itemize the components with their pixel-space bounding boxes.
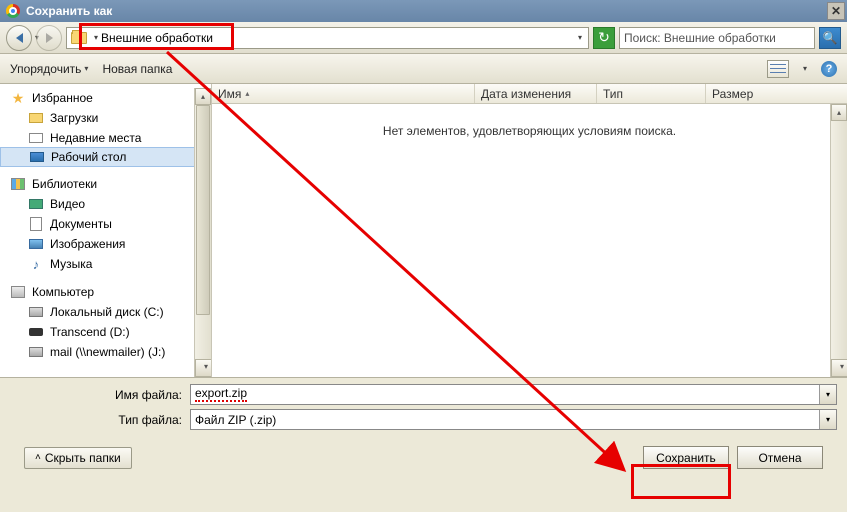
navigation-bar: ▾ ▾ Внешние обработки ▾ ↻ Поиск: Внешние… (0, 22, 847, 54)
cancel-button[interactable]: Отмена (737, 446, 823, 469)
search-placeholder: Поиск: Внешние обработки (624, 31, 776, 45)
forward-button[interactable] (36, 25, 62, 51)
column-modified[interactable]: Дата изменения (475, 84, 597, 103)
hide-folders-button[interactable]: ˄ Скрыть папки (24, 447, 132, 469)
libraries-icon (11, 178, 25, 190)
filetype-select[interactable]: Файл ZIP (.zip) ▾ (190, 409, 837, 430)
sidebar-item-recent[interactable]: Недавние места (0, 128, 211, 148)
filename-value: export.zip (195, 387, 247, 402)
sidebar-item-label: Компьютер (32, 285, 94, 299)
column-name[interactable]: Имя ▴ (212, 84, 475, 103)
empty-message: Нет элементов, удовлетворяющих условиям … (212, 124, 847, 138)
new-folder-label: Новая папка (102, 62, 172, 76)
breadcrumb-path: Внешние обработки (101, 31, 213, 45)
sidebar-item-label: Документы (50, 217, 112, 231)
sidebar-scrollbar[interactable]: ▴ ▾ (194, 88, 211, 377)
sort-indicator-icon: ▴ (245, 89, 249, 98)
desktop-icon (30, 152, 44, 162)
back-button[interactable]: ▾ (6, 25, 32, 51)
sidebar-computer[interactable]: Компьютер (0, 282, 211, 302)
sidebar-item-label: Изображения (50, 237, 125, 251)
scroll-up-button[interactable]: ▴ (195, 88, 211, 105)
column-size[interactable]: Размер (706, 84, 847, 103)
disk-icon (29, 307, 43, 317)
usb-icon (29, 328, 43, 336)
sidebar-item-transcend[interactable]: Transcend (D:) (0, 322, 211, 342)
address-bar[interactable]: ▾ Внешние обработки ▾ (66, 27, 589, 49)
recent-icon (29, 133, 43, 143)
sidebar-item-pictures[interactable]: Изображения (0, 234, 211, 254)
computer-icon (11, 286, 25, 298)
title-bar: Сохранить как ✕ (0, 0, 847, 22)
sidebar-item-documents[interactable]: Документы (0, 214, 211, 234)
scroll-down-button[interactable]: ▾ (195, 359, 212, 377)
column-label: Размер (712, 87, 753, 101)
column-type[interactable]: Тип (597, 84, 706, 103)
window-title: Сохранить как (26, 4, 827, 18)
sidebar-item-music[interactable]: ♪ Музыка (0, 254, 211, 274)
chevron-down-icon[interactable]: ▾ (803, 64, 807, 73)
sidebar-item-label: mail (\\newmailer) (J:) (50, 345, 165, 359)
sidebar-item-local-disk[interactable]: Локальный диск (C:) (0, 302, 211, 322)
image-icon (29, 239, 43, 249)
sidebar-item-mail[interactable]: mail (\\newmailer) (J:) (0, 342, 211, 362)
sidebar-item-label: Локальный диск (C:) (50, 305, 164, 319)
column-headers: Имя ▴ Дата изменения Тип Размер (212, 84, 847, 104)
new-folder-button[interactable]: Новая папка (102, 62, 172, 76)
organize-label: Упорядочить (10, 62, 81, 76)
sidebar-item-label: Музыка (50, 257, 92, 271)
toolbar: Упорядочить▾ Новая папка ▾ ? (0, 54, 847, 84)
sidebar-item-desktop[interactable]: Рабочий стол (0, 147, 211, 167)
document-icon (30, 217, 42, 231)
sidebar-item-label: Загрузки (50, 111, 98, 125)
folder-icon (29, 113, 43, 123)
save-button[interactable]: Сохранить (643, 446, 729, 469)
filetype-value: Файл ZIP (.zip) (195, 413, 276, 427)
column-label: Имя (218, 87, 241, 101)
network-drive-icon (29, 347, 43, 357)
sidebar-favorites[interactable]: ★ Избранное (0, 88, 211, 108)
folder-icon (71, 32, 87, 44)
content-scrollbar[interactable]: ▴ ▾ (830, 104, 847, 377)
help-button[interactable]: ? (821, 61, 837, 77)
app-icon (6, 4, 20, 18)
sidebar-item-label: Transcend (D:) (50, 325, 130, 339)
sidebar-item-label: Рабочий стол (51, 150, 126, 164)
navigation-pane: ★ Избранное Загрузки Недавние места Рабоч… (0, 84, 212, 377)
star-icon: ★ (10, 91, 26, 105)
close-button[interactable]: ✕ (827, 2, 845, 20)
search-input[interactable]: Поиск: Внешние обработки (619, 27, 815, 49)
scroll-up-button[interactable]: ▴ (831, 104, 847, 121)
chevron-down-icon: ▾ (94, 33, 98, 42)
sidebar-item-videos[interactable]: Видео (0, 194, 211, 214)
hide-folders-label: Скрыть папки (45, 451, 121, 465)
sidebar-item-label: Недавние места (50, 131, 141, 145)
search-button[interactable]: 🔍 (819, 27, 841, 49)
sidebar-item-label: Видео (50, 197, 85, 211)
bottom-panel: Имя файла: export.zip ▾ Тип файла: Файл … (0, 377, 847, 479)
music-icon: ♪ (28, 257, 44, 271)
filename-input[interactable]: export.zip ▾ (190, 384, 837, 405)
chevron-up-icon: ˄ (35, 452, 41, 463)
sidebar-item-label: Библиотеки (32, 177, 97, 191)
organize-menu[interactable]: Упорядочить▾ (10, 62, 88, 76)
chevron-down-icon[interactable]: ▾ (572, 33, 588, 42)
sidebar-libraries[interactable]: Библиотеки (0, 174, 211, 194)
video-icon (29, 199, 43, 209)
dropdown-button[interactable]: ▾ (819, 410, 836, 429)
main-area: ★ Избранное Загрузки Недавние места Рабоч… (0, 84, 847, 377)
filename-label: Имя файла: (10, 388, 190, 402)
view-options-button[interactable] (767, 60, 789, 78)
sidebar-item-label: Избранное (32, 91, 93, 105)
column-label: Тип (603, 87, 623, 101)
column-label: Дата изменения (481, 87, 571, 101)
sidebar-item-downloads[interactable]: Загрузки (0, 108, 211, 128)
refresh-button[interactable]: ↻ (593, 27, 615, 49)
scroll-down-button[interactable]: ▾ (831, 359, 847, 377)
dropdown-button[interactable]: ▾ (819, 385, 836, 404)
file-list: Имя ▴ Дата изменения Тип Размер Нет элеме… (212, 84, 847, 377)
filetype-label: Тип файла: (10, 413, 190, 427)
scroll-thumb[interactable] (196, 105, 210, 315)
